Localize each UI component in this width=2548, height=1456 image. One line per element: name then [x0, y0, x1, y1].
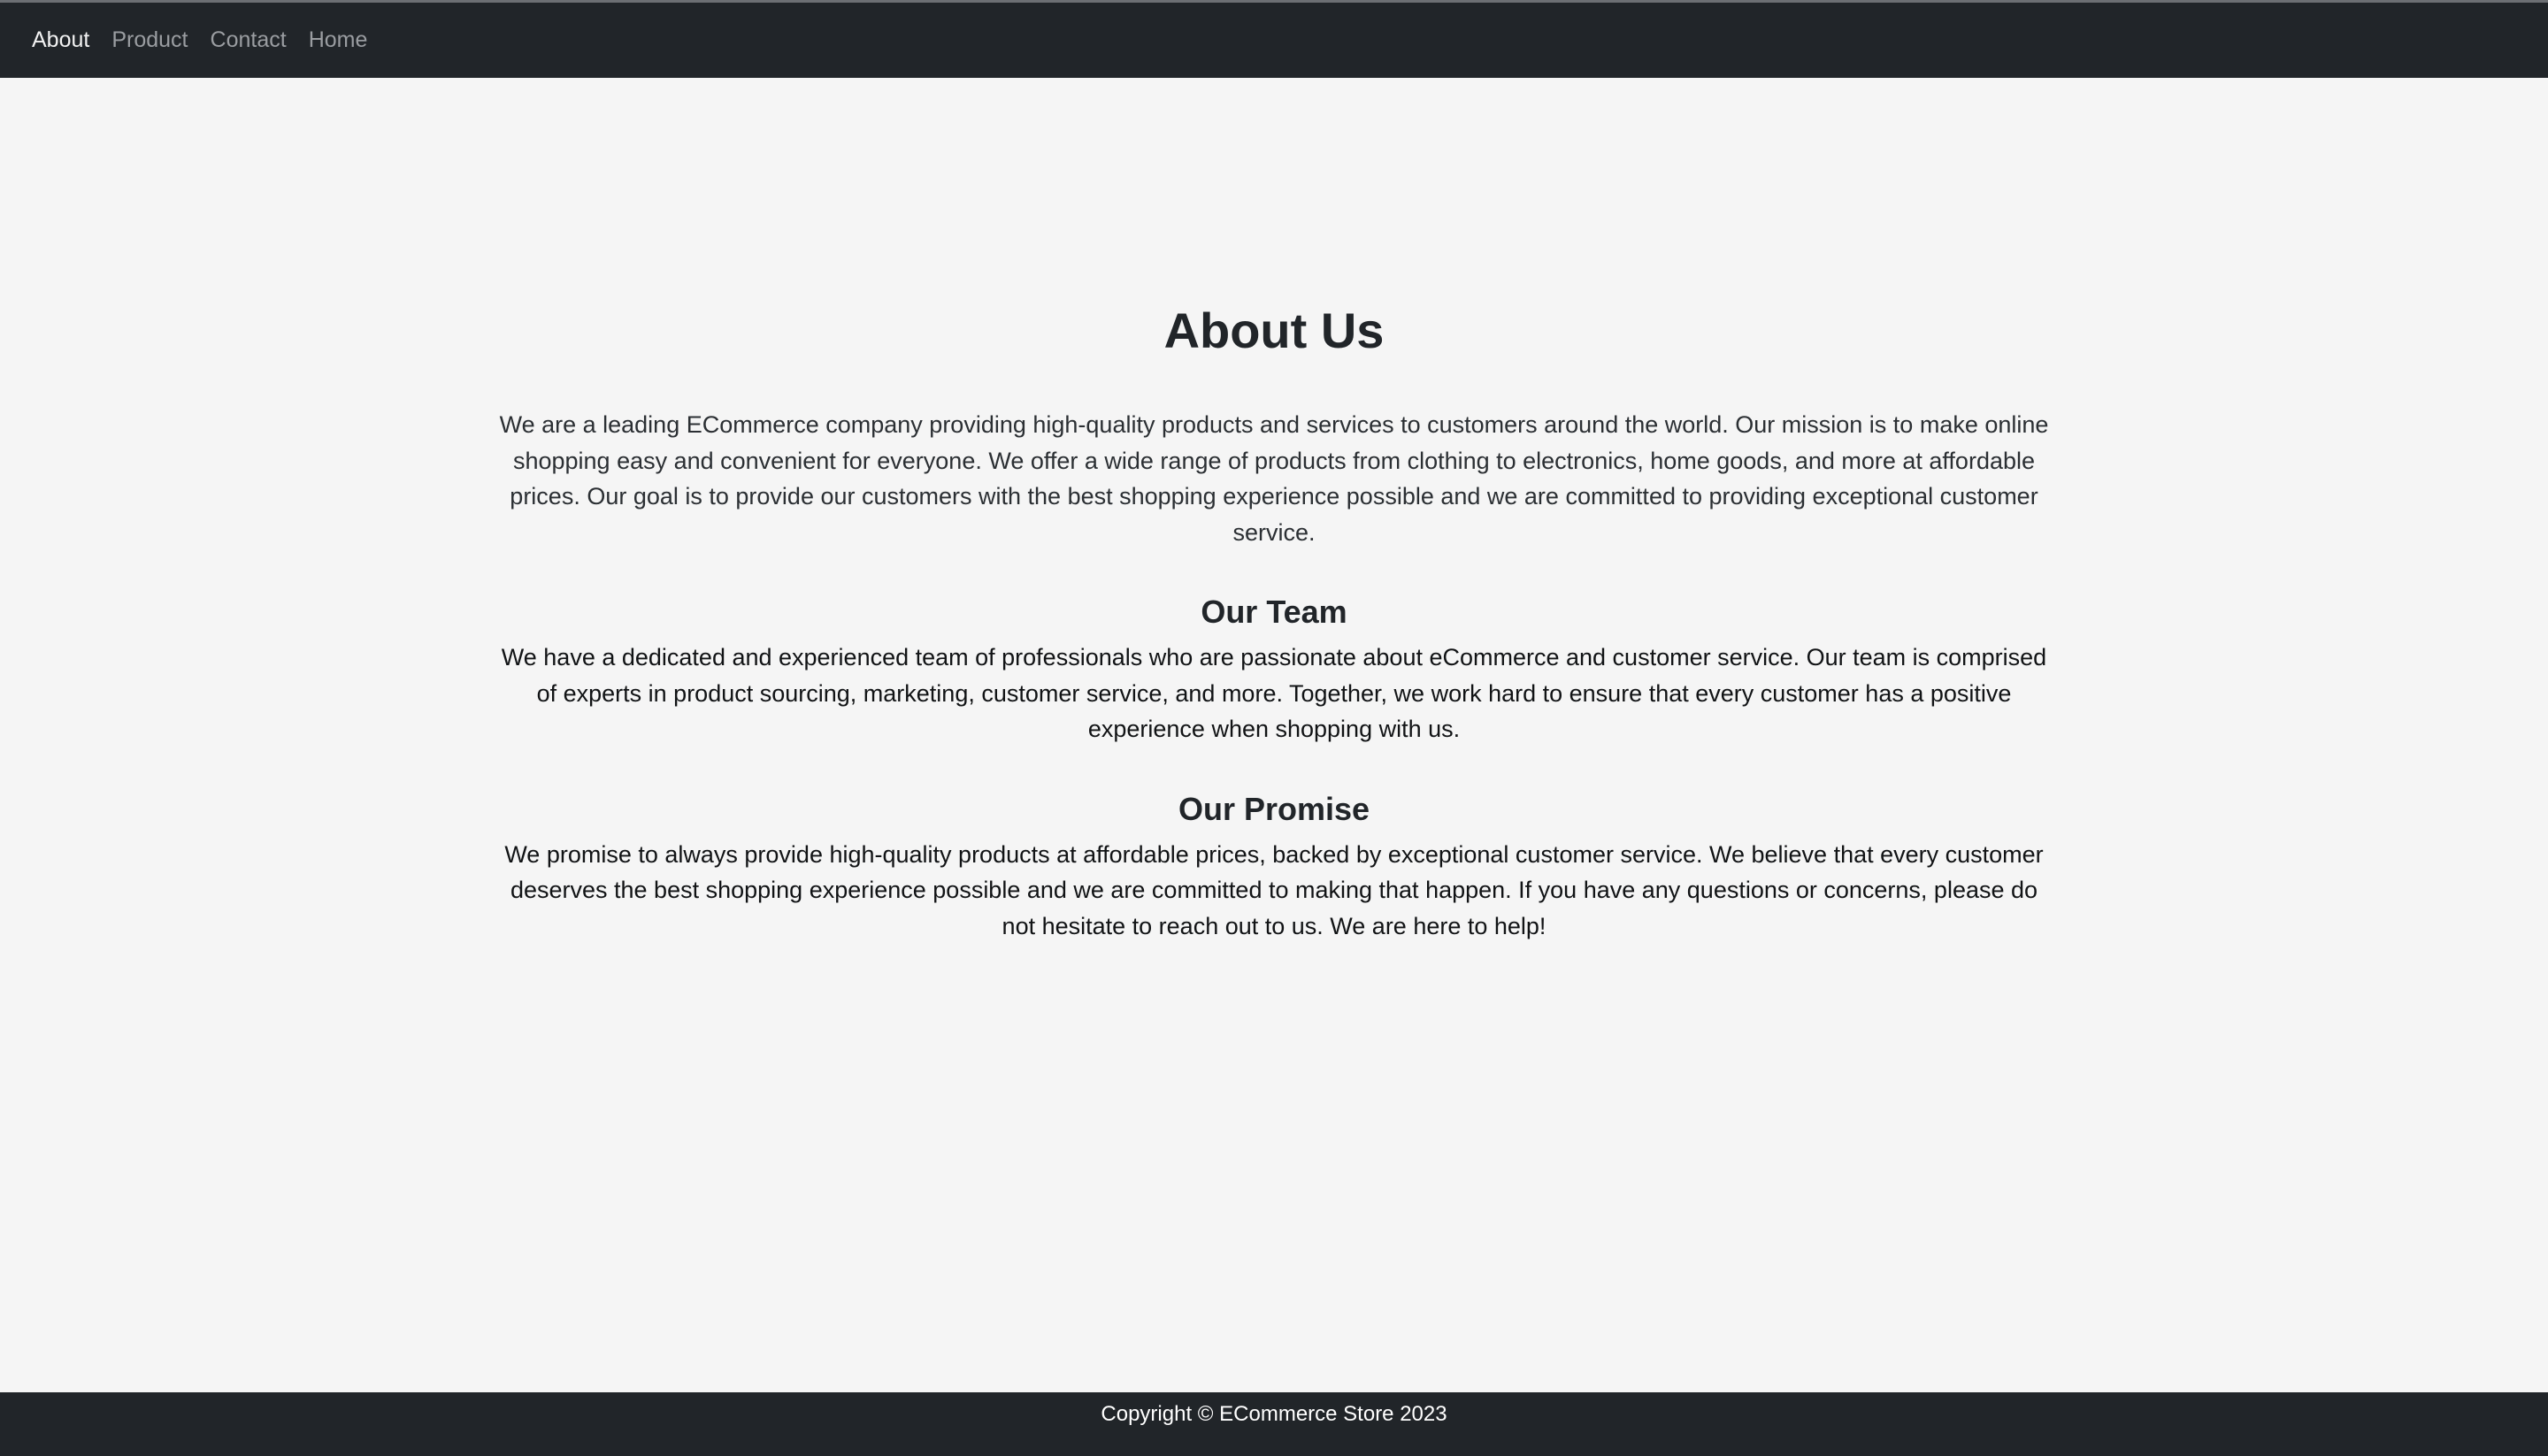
nav-link-contact[interactable]: Contact — [211, 29, 287, 51]
nav-link-home[interactable]: Home — [309, 29, 368, 51]
section-title-our-promise: Our Promise — [1178, 790, 1370, 827]
section-title-our-team: Our Team — [1201, 594, 1347, 630]
navbar: About Product Contact Home — [0, 3, 2548, 78]
footer-copyright: Copyright © ECommerce Store 2023 — [1101, 1402, 1447, 1426]
section-text-our-promise: We promise to always provide high-qualit… — [504, 840, 2044, 939]
main-content: About Us We are a leading ECommerce comp… — [0, 78, 2548, 1392]
nav-link-about[interactable]: About — [32, 29, 89, 51]
intro-paragraph: We are a leading ECommerce company provi… — [499, 411, 2049, 546]
page-title: About Us — [1163, 303, 1385, 358]
section-text-our-team: We have a dedicated and experienced team… — [501, 644, 2047, 742]
about-container: About Us We are a leading ECommerce comp… — [499, 299, 2049, 944]
nav-link-product[interactable]: Product — [111, 29, 188, 51]
footer: Copyright © ECommerce Store 2023 — [0, 1392, 2548, 1456]
